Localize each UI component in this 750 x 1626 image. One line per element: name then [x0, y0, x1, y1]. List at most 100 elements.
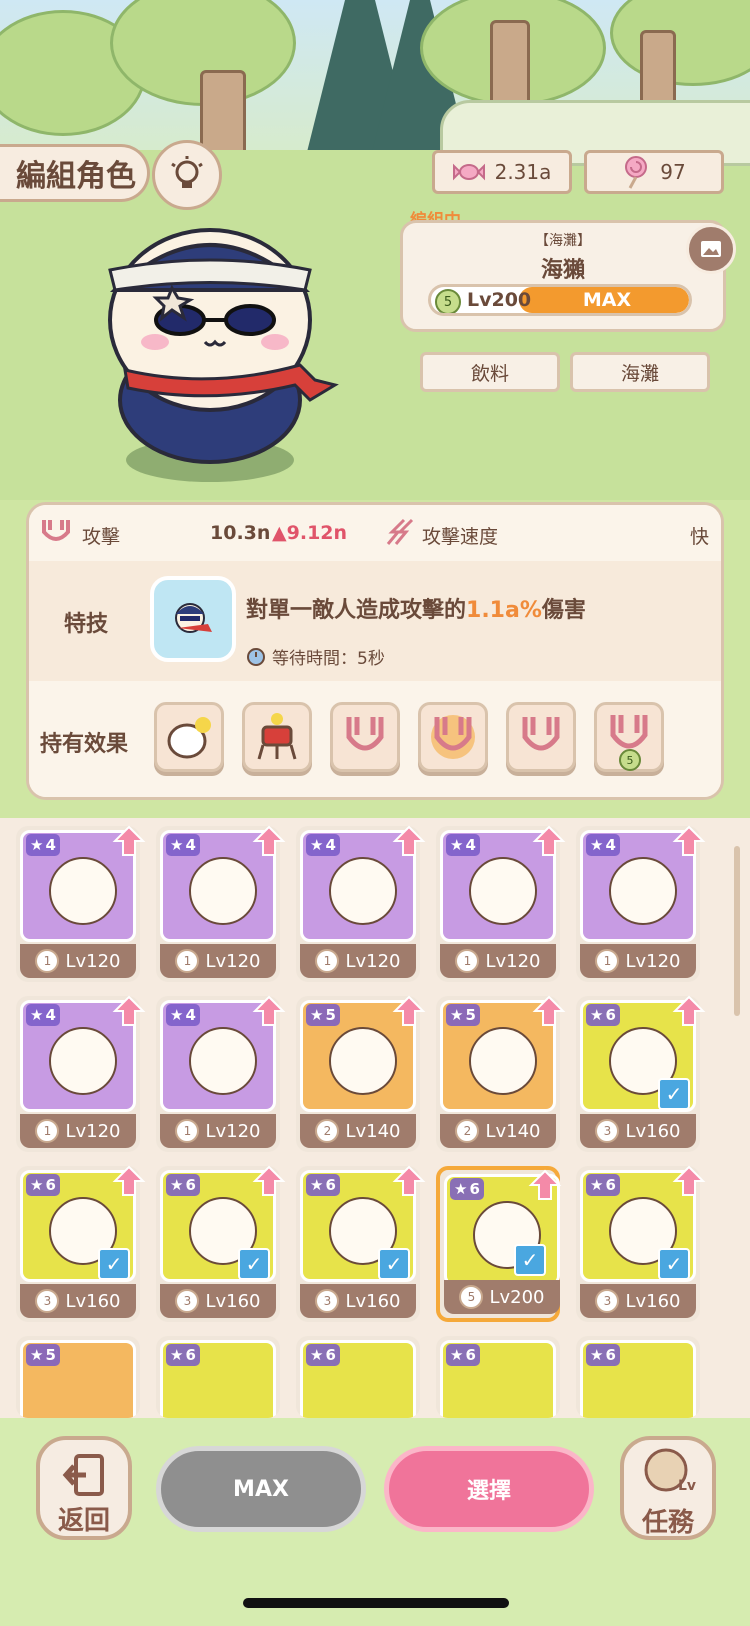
card-rank-badge: 1 [175, 949, 200, 973]
skill-wait-time: 等待時間：5秒 [246, 644, 385, 669]
character-card[interactable]: ★ 4 1 Lv120 [156, 995, 286, 1152]
star-icon: ★ [450, 836, 464, 854]
character-card[interactable]: ★ 6 ✓ 3 Lv160 [576, 1165, 706, 1322]
selected-check-icon: ✓ [238, 1248, 270, 1280]
character-card[interactable]: ★ 5 2 Lv140 [296, 995, 426, 1152]
card-rank-badge: 5 [459, 1285, 484, 1309]
card-level-bar: 1 Lv120 [20, 944, 136, 978]
character-card-partial[interactable]: ★ 6 [156, 1336, 280, 1418]
character-card[interactable]: ★ 6 ✓ 3 Lv160 [296, 1165, 426, 1322]
level-text: Lv200 [467, 289, 532, 311]
effects-label: 持有效果 [40, 732, 129, 757]
character-card[interactable]: ★ 6 ✓ 3 Lv160 [16, 1165, 146, 1322]
card-rarity-stars: ★ 4 [26, 1004, 60, 1026]
character-card[interactable]: ★ 4 1 Lv120 [296, 825, 426, 982]
mission-button[interactable]: Lv 任務 [620, 1436, 716, 1540]
star-icon: ★ [454, 1180, 468, 1198]
effect-attack-burst-icon[interactable] [418, 702, 488, 772]
candy-icon [452, 163, 485, 181]
upgrade-arrow-icon [392, 1165, 426, 1196]
character-card[interactable]: ★ 4 1 Lv120 [156, 825, 286, 982]
rarity-value: 4 [45, 836, 56, 854]
character-card-partial[interactable]: ★ 6 [436, 1336, 560, 1418]
selected-check-icon: ✓ [514, 1244, 546, 1276]
upgrade-arrow-icon [252, 1165, 286, 1196]
attack-bonus: ▲9.12n [272, 522, 347, 544]
star-icon: ★ [30, 1346, 44, 1364]
card-level-text: Lv160 [625, 1290, 681, 1312]
effect-cannon-icon[interactable] [242, 702, 312, 772]
character-card[interactable]: ★ 4 1 Lv120 [16, 825, 146, 982]
tag-beach[interactable]: 海灘 [570, 352, 710, 392]
character-grid: ★ 4 1 Lv120 ★ 4 1 Lv120 ★ 4 1 Lv120 ★ 4 1 Lv120 ★ 4 1 Lv120… [0, 818, 750, 1418]
lollipop-currency: 97 [584, 150, 724, 194]
max-button[interactable]: MAX [156, 1446, 366, 1532]
skill-description: 對單一敵人造成攻擊的1.1a%傷害 [246, 592, 586, 624]
selected-check-icon: ✓ [378, 1248, 410, 1280]
character-card-partial[interactable]: ★ 6 [576, 1336, 700, 1418]
location-tag: 【海灘】 [535, 233, 591, 249]
card-rarity-stars: ★ 5 [446, 1004, 480, 1026]
card-rarity-stars: ★ 6 [450, 1178, 484, 1200]
grid-scrollbar[interactable] [734, 846, 740, 1016]
card-level-bar: 3 Lv160 [580, 1284, 696, 1318]
tag-drink[interactable]: 飲料 [420, 352, 560, 392]
card-rarity-stars: ★ 6 [586, 1174, 620, 1196]
rarity-value: 6 [605, 1346, 616, 1364]
card-rank-badge: 1 [315, 949, 340, 973]
card-rarity-stars: ★ 4 [166, 1004, 200, 1026]
card-level-text: Lv120 [345, 950, 401, 972]
lollipop-icon [625, 156, 648, 189]
back-button[interactable]: 返回 [36, 1436, 132, 1540]
upgrade-arrow-icon [532, 995, 566, 1026]
card-rank-badge: 2 [455, 1119, 480, 1143]
rarity-value: 4 [605, 836, 616, 854]
upgrade-arrow-icon [112, 1165, 146, 1196]
card-rarity-stars: ★ 4 [306, 834, 340, 856]
character-card[interactable]: ★ 4 1 Lv120 [436, 825, 566, 982]
rarity-value: 6 [45, 1176, 56, 1194]
effect-attack-icon-1[interactable] [330, 702, 400, 772]
card-level-text: Lv160 [625, 1120, 681, 1142]
upgrade-arrow-icon [252, 995, 286, 1026]
upgrade-arrow-icon [672, 1165, 706, 1196]
card-level-bar: 1 Lv120 [160, 944, 276, 978]
select-button-label: 選擇 [466, 1479, 511, 1504]
lightbulb-hint-button[interactable] [152, 140, 222, 210]
mission-lv-label: Lv [678, 1478, 697, 1494]
card-level-bar: 1 Lv120 [300, 944, 416, 978]
effect-attack-icon-3[interactable]: 5 [594, 702, 664, 772]
skill-label: 特技 [64, 612, 109, 637]
picture-button[interactable] [686, 224, 736, 274]
tag-drink-label: 飲料 [470, 362, 509, 385]
page-title: 編組角色 [0, 144, 150, 202]
rarity-value: 4 [45, 1006, 56, 1024]
star-icon: ★ [590, 1346, 604, 1364]
effect-rice-ball-icon[interactable] [154, 702, 224, 772]
attack-speed-value: 快 [690, 526, 710, 548]
character-card[interactable]: ★ 5 2 Lv140 [436, 995, 566, 1152]
character-card[interactable]: ★ 4 1 Lv120 [576, 825, 706, 982]
skill-icon[interactable] [150, 576, 236, 662]
rarity-value: 5 [45, 1346, 56, 1364]
arrow-up-icon: ▲ [272, 522, 287, 544]
character-card[interactable]: ★ 6 ✓ 3 Lv160 [576, 995, 706, 1152]
card-rank-badge: 1 [35, 949, 60, 973]
rarity-value: 4 [185, 1006, 196, 1024]
character-face [189, 857, 257, 925]
character-face [49, 857, 117, 925]
rarity-value: 4 [465, 836, 476, 854]
star-icon: ★ [310, 1346, 324, 1364]
character-card[interactable]: ★ 6 ✓ 5 Lv200 [436, 1166, 562, 1322]
character-card[interactable]: ★ 6 ✓ 3 Lv160 [156, 1165, 286, 1322]
max-level-text: MAX [582, 289, 632, 311]
character-card-partial[interactable]: ★ 6 [296, 1336, 420, 1418]
effect-attack-icon-2[interactable] [506, 702, 576, 772]
character-card-partial[interactable]: ★ 5 [16, 1336, 140, 1418]
rarity-value: 6 [469, 1180, 480, 1198]
card-rarity-stars: ★ 4 [166, 834, 200, 856]
card-level-text: Lv120 [65, 1120, 121, 1142]
character-card[interactable]: ★ 4 1 Lv120 [16, 995, 146, 1152]
card-level-text: Lv120 [65, 950, 121, 972]
select-button[interactable]: 選擇 [384, 1446, 594, 1532]
